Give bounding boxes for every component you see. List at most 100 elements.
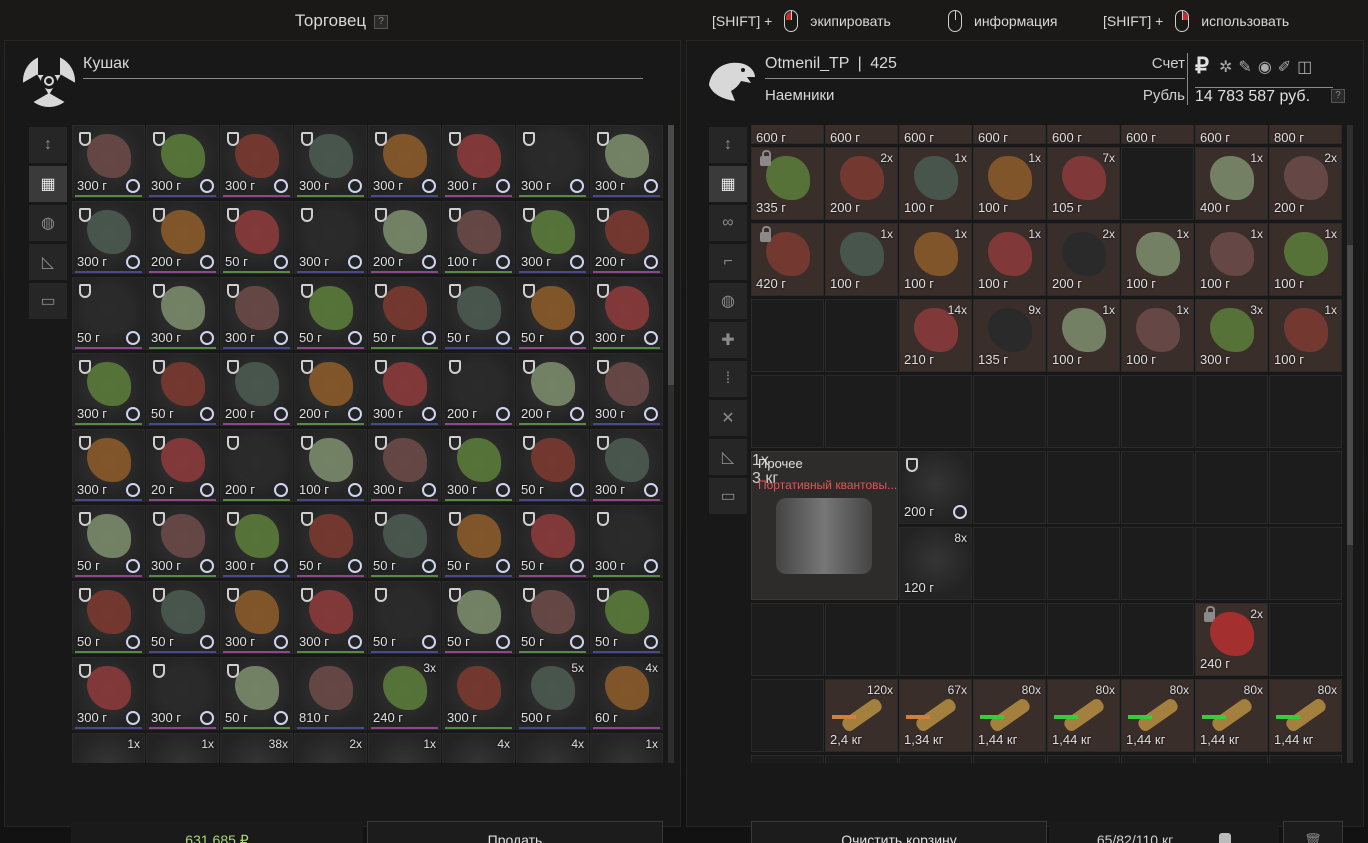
player-ammo[interactable]: 80x 1,44 кг — [1047, 679, 1120, 752]
player-slot[interactable] — [1195, 375, 1268, 448]
player-slot[interactable] — [1269, 603, 1342, 676]
player-item[interactable]: 3x 300 г — [1195, 299, 1268, 372]
rifle-tab[interactable]: ⌐ — [709, 244, 747, 280]
trader-item[interactable]: 4x — [442, 733, 515, 763]
player-slot[interactable] — [899, 603, 972, 676]
player-slot[interactable] — [825, 755, 898, 763]
trader-item[interactable]: 200 г — [220, 353, 293, 426]
player-slot[interactable] — [1195, 527, 1268, 600]
trader-item[interactable]: 300 г — [368, 125, 441, 198]
trader-scroll-thumb[interactable] — [668, 125, 674, 385]
player-slot[interactable] — [1195, 451, 1268, 524]
trader-item[interactable]: 50 г — [146, 353, 219, 426]
medkit-tab[interactable]: ✚ — [709, 322, 747, 358]
trader-item[interactable]: 300 г — [590, 277, 663, 350]
player-item[interactable]: 600 г — [751, 125, 824, 144]
chain-tab[interactable]: ∞ — [709, 205, 747, 241]
player-item[interactable]: 800 г — [1269, 125, 1342, 144]
player-slot[interactable] — [1047, 603, 1120, 676]
trader-item[interactable]: 50 г — [368, 581, 441, 654]
player-slot[interactable] — [1269, 451, 1342, 524]
player-slot[interactable] — [1269, 755, 1342, 763]
trader-item[interactable]: 300 г — [368, 353, 441, 426]
player-item[interactable]: 600 г — [1195, 125, 1268, 144]
trader-item[interactable]: 50 г — [368, 505, 441, 578]
trader-item[interactable]: 2x — [294, 733, 367, 763]
player-slot[interactable] — [973, 451, 1046, 524]
trader-item[interactable]: 50 г — [516, 581, 589, 654]
player-scroll-thumb[interactable] — [1347, 245, 1353, 545]
player-item[interactable]: 1x 100 г — [899, 147, 972, 220]
player-item[interactable]: 2x 200 г — [1047, 223, 1120, 296]
player-slot[interactable] — [1047, 451, 1120, 524]
sort-tab[interactable]: ↕ — [29, 127, 67, 163]
trader-item[interactable]: 300 г — [590, 505, 663, 578]
trader-item[interactable]: 50 г — [590, 581, 663, 654]
player-slot[interactable] — [899, 755, 972, 763]
player-ammo[interactable]: 120x 2,4 кг — [825, 679, 898, 752]
player-slot[interactable] — [751, 679, 824, 752]
player-slot[interactable] — [1121, 147, 1194, 220]
player-slot[interactable] — [1121, 451, 1194, 524]
trader-item[interactable]: 240 г 3x — [368, 657, 441, 730]
trader-item[interactable]: 300 г — [442, 429, 515, 502]
player-ammo[interactable]: 67x 1,34 кг — [899, 679, 972, 752]
player-slot[interactable] — [1269, 375, 1342, 448]
player-item[interactable]: 600 г — [973, 125, 1046, 144]
trader-item[interactable]: 300 г — [590, 429, 663, 502]
trader-item[interactable]: 50 г — [442, 505, 515, 578]
ammo-tab[interactable]: ⁞ — [709, 361, 747, 397]
player-item[interactable]: 1x 100 г — [973, 147, 1046, 220]
player-slot[interactable] — [973, 375, 1046, 448]
player-item[interactable]: 1x 100 г — [973, 223, 1046, 296]
trader-item[interactable]: 100 г — [442, 201, 515, 274]
player-item[interactable]: 1x 400 г — [1195, 147, 1268, 220]
trader-item[interactable]: 200 г — [294, 353, 367, 426]
trader-item[interactable]: 20 г — [146, 429, 219, 502]
trader-item[interactable]: 50 г — [72, 505, 145, 578]
trader-item[interactable]: 300 г — [442, 657, 515, 730]
trader-item[interactable]: 300 г — [516, 201, 589, 274]
trader-item[interactable]: 4x — [516, 733, 589, 763]
trader-item[interactable]: 300 г — [72, 201, 145, 274]
player-scrollbar[interactable] — [1347, 125, 1353, 763]
trader-item[interactable]: 300 г — [516, 125, 589, 198]
trader-item[interactable]: 1x — [146, 733, 219, 763]
trader-item[interactable]: 60 г 4x — [590, 657, 663, 730]
misc-item[interactable]: Прочее 1x Портативный квантовы... 3 кг — [751, 451, 898, 600]
trader-item[interactable]: 300 г — [442, 125, 515, 198]
trader-item[interactable]: 500 г 5x — [516, 657, 589, 730]
player-item[interactable]: 14x 210 г — [899, 299, 972, 372]
player-item[interactable]: 600 г — [899, 125, 972, 144]
player-slot[interactable] — [899, 375, 972, 448]
player-slot[interactable] — [751, 603, 824, 676]
trader-item[interactable]: 50 г — [294, 277, 367, 350]
trader-scrollbar[interactable] — [668, 125, 674, 763]
sort-tab[interactable]: ↕ — [709, 127, 747, 163]
trader-item[interactable]: 300 г — [220, 581, 293, 654]
ruler-tab[interactable]: ◺ — [29, 244, 67, 280]
box-tab[interactable]: ▭ — [29, 283, 67, 319]
trader-item[interactable]: 50 г — [516, 429, 589, 502]
trader-item[interactable]: 200 г — [220, 429, 293, 502]
trader-item[interactable]: 200 г — [368, 201, 441, 274]
player-ammo[interactable]: 80x 1,44 кг — [973, 679, 1046, 752]
trader-item[interactable]: 300 г — [146, 277, 219, 350]
trader-item[interactable]: 38x — [220, 733, 293, 763]
player-slot[interactable] — [1121, 603, 1194, 676]
player-item[interactable]: 1x 100 г — [1121, 299, 1194, 372]
player-slot[interactable] — [825, 375, 898, 448]
clear-cart-button[interactable]: Очистить корзину — [751, 821, 1047, 843]
player-slot[interactable] — [973, 527, 1046, 600]
trader-item[interactable]: 50 г — [442, 277, 515, 350]
trader-item[interactable]: 300 г — [72, 657, 145, 730]
trader-item[interactable]: 300 г — [146, 657, 219, 730]
balance-help-icon[interactable]: ? — [1331, 89, 1345, 103]
trader-item[interactable]: 50 г — [294, 505, 367, 578]
trader-item[interactable]: 50 г — [220, 657, 293, 730]
player-ammo[interactable]: 80x 1,44 кг — [1269, 679, 1342, 752]
trader-item[interactable]: 50 г — [516, 277, 589, 350]
trader-item[interactable]: 50 г — [220, 201, 293, 274]
player-item[interactable]: 1x 100 г — [1195, 223, 1268, 296]
trader-item[interactable]: 50 г — [146, 581, 219, 654]
